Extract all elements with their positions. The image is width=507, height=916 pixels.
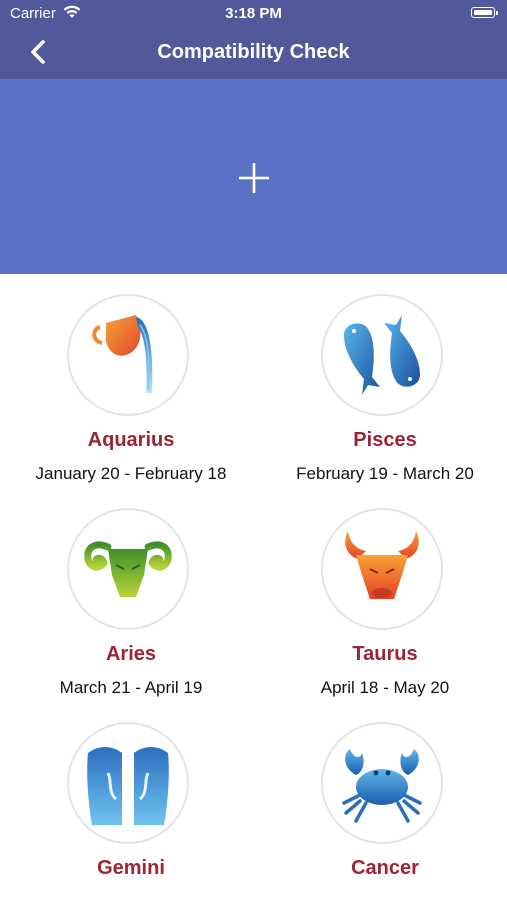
sign-card-gemini[interactable]: Gemini xyxy=(4,702,258,916)
sign-card-aquarius[interactable]: Aquarius January 20 - February 18 xyxy=(4,274,258,488)
sign-icon-frame xyxy=(321,722,443,844)
sign-card-cancer[interactable]: Cancer xyxy=(258,702,507,916)
battery-icon xyxy=(471,7,498,18)
sign-name: Gemini xyxy=(97,857,165,879)
add-partner-button[interactable] xyxy=(218,142,290,214)
gemini-icon xyxy=(87,747,169,825)
aquarius-icon xyxy=(92,315,153,393)
sign-icon-frame xyxy=(67,294,189,416)
sign-dates: April 18 - May 20 xyxy=(320,678,450,697)
plus-icon xyxy=(239,163,269,193)
sign-card-aries[interactable]: Aries March 21 - April 19 xyxy=(4,488,258,702)
sign-dates: February 19 - March 20 xyxy=(296,464,474,483)
navigation-bar: Compatibility Check xyxy=(0,28,507,79)
clock: 3:18 PM xyxy=(225,5,282,22)
taurus-icon xyxy=(345,531,419,599)
sign-name: Pisces xyxy=(353,429,417,451)
sign-name: Aries xyxy=(105,643,157,665)
cancer-icon xyxy=(342,749,422,823)
sign-name: Taurus xyxy=(352,643,418,665)
pisces-icon xyxy=(344,315,420,395)
sign-icon-frame xyxy=(67,722,189,844)
zodiac-grid: Aquarius January 20 - February 18 Pisces… xyxy=(0,274,507,900)
sign-card-taurus[interactable]: Taurus April 18 - May 20 xyxy=(258,488,507,702)
page-title: Compatibility Check xyxy=(157,41,350,63)
sign-dates: March 21 - April 19 xyxy=(59,678,203,697)
aries-icon xyxy=(84,541,172,597)
sign-icon-frame xyxy=(321,508,443,630)
sign-name: Cancer xyxy=(351,857,419,879)
partner-banner xyxy=(0,79,507,274)
sign-icon-frame xyxy=(67,508,189,630)
sign-icon-frame xyxy=(321,294,443,416)
sign-card-pisces[interactable]: Pisces February 19 - March 20 xyxy=(258,274,507,488)
sign-name: Aquarius xyxy=(87,429,175,451)
status-bar: Carrier 3:18 PM xyxy=(0,0,507,28)
sign-dates: January 20 - February 18 xyxy=(35,464,227,483)
